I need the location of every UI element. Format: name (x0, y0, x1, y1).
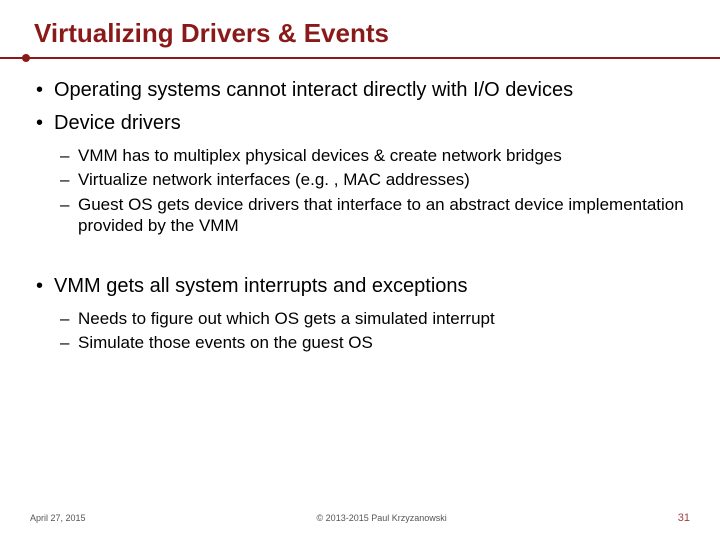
bullet-text: VMM gets all system interrupts and excep… (54, 275, 468, 298)
bullet-dot-icon: • (36, 112, 54, 135)
bullet-dash-icon: – (60, 194, 78, 237)
bullet-text: Simulate those events on the guest OS (78, 332, 373, 353)
footer-copyright: © 2013-2015 Paul Krzyzanowski (317, 513, 447, 523)
bullet-dash-icon: – (60, 145, 78, 166)
bullet-dash-icon: – (60, 169, 78, 190)
slide: Virtualizing Drivers & Events • Operatin… (0, 0, 720, 540)
bullet-dot-icon: • (36, 79, 54, 102)
bullet-level-2: – Needs to figure out which OS gets a si… (60, 308, 690, 329)
bullet-level-1: • Operating systems cannot interact dire… (36, 79, 690, 102)
bullet-level-1: • VMM gets all system interrupts and exc… (36, 275, 690, 298)
bullet-text: VMM has to multiplex physical devices & … (78, 145, 562, 166)
footer-date: April 27, 2015 (30, 513, 86, 523)
footer-page-number: 31 (678, 512, 690, 524)
bullet-level-2: – Guest OS gets device drivers that inte… (60, 194, 690, 237)
bullet-dot-icon: • (36, 275, 54, 298)
bullet-level-1: • Device drivers (36, 112, 690, 135)
bullet-level-2: – VMM has to multiplex physical devices … (60, 145, 690, 166)
bullet-text: Needs to figure out which OS gets a simu… (78, 308, 495, 329)
bullet-text: Operating systems cannot interact direct… (54, 79, 573, 102)
bullet-level-2: – Virtualize network interfaces (e.g. , … (60, 169, 690, 190)
bullet-level-2: – Simulate those events on the guest OS (60, 332, 690, 353)
bullet-dash-icon: – (60, 308, 78, 329)
bullet-text: Guest OS gets device drivers that interf… (78, 194, 690, 237)
slide-content: • Operating systems cannot interact dire… (30, 79, 690, 354)
title-rule (30, 55, 690, 61)
bullet-dash-icon: – (60, 332, 78, 353)
bullet-text: Virtualize network interfaces (e.g. , MA… (78, 169, 470, 190)
slide-title: Virtualizing Drivers & Events (34, 18, 690, 49)
footer: April 27, 2015 © 2013-2015 Paul Krzyzano… (30, 512, 690, 524)
bullet-text: Device drivers (54, 112, 181, 135)
